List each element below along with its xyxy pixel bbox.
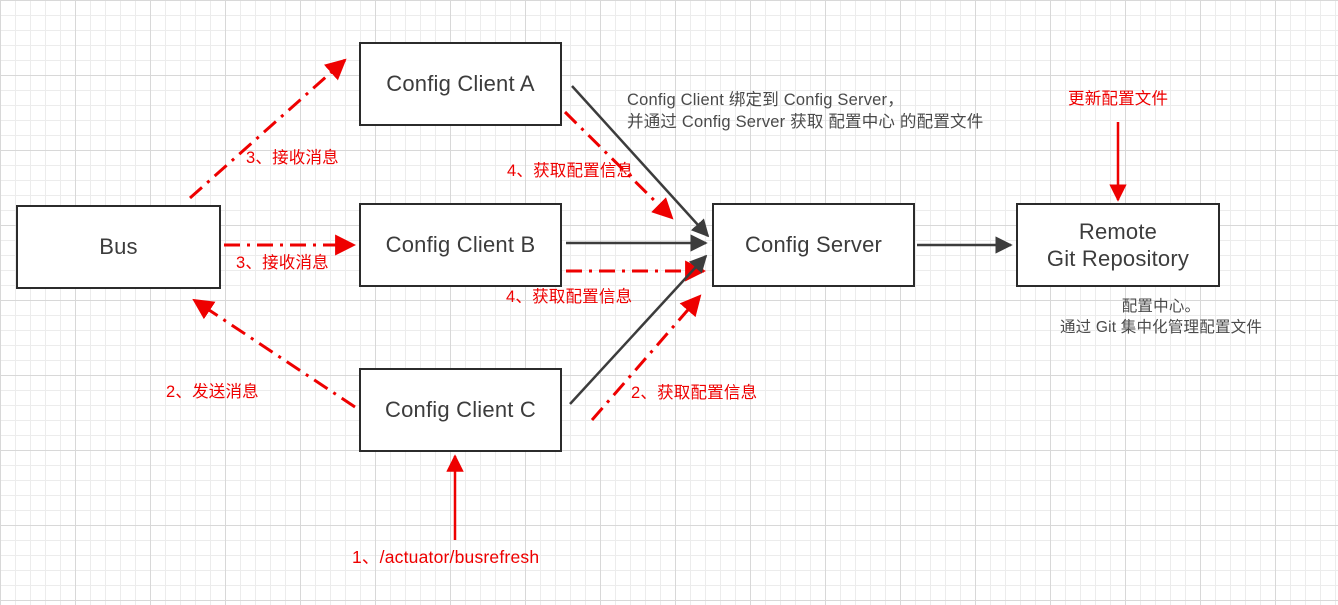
label-client-c-fetch-config: 2、获取配置信息 [631, 384, 758, 402]
label-busrefresh: 1、/actuator/busrefresh [352, 547, 540, 567]
label-bus-to-client-b: 3、接收消息 [236, 254, 329, 272]
node-config-server[interactable]: Config Server [712, 203, 915, 287]
edge-bus-to-client-a [189, 58, 347, 200]
node-config-client-b[interactable]: Config Client B [359, 203, 562, 287]
node-config-client-a-label: Config Client A [386, 71, 535, 97]
node-bus[interactable]: Bus [16, 205, 221, 289]
node-bus-label: Bus [99, 234, 138, 260]
node-remote-git-repository[interactable]: Remote Git Repository [1016, 203, 1220, 287]
node-remote-git-repository-label: Remote Git Repository [1046, 218, 1190, 272]
label-client-a-fetch-config: 4、获取配置信息 [507, 162, 634, 180]
diagram-canvas: Bus Config Client A Config Client B Conf… [0, 0, 1338, 605]
label-bus-to-client-a: 3、接收消息 [246, 149, 339, 167]
node-config-client-c[interactable]: Config Client C [359, 368, 562, 452]
node-config-client-b-label: Config Client B [385, 232, 536, 258]
label-binding-note: Config Client 绑定到 Config Server， 并通过 Con… [627, 91, 984, 132]
node-config-client-a[interactable]: Config Client A [359, 42, 562, 126]
label-client-b-fetch-config: 4、获取配置信息 [506, 288, 633, 306]
label-client-c-to-bus: 2、发送消息 [166, 383, 259, 401]
node-config-server-label: Config Server [744, 232, 883, 258]
label-git-caption: 配置中心。 通过 Git 集中化管理配置文件 [1059, 298, 1263, 336]
node-config-client-c-label: Config Client C [385, 397, 536, 423]
label-update-config-file: 更新配置文件 [1068, 90, 1169, 108]
